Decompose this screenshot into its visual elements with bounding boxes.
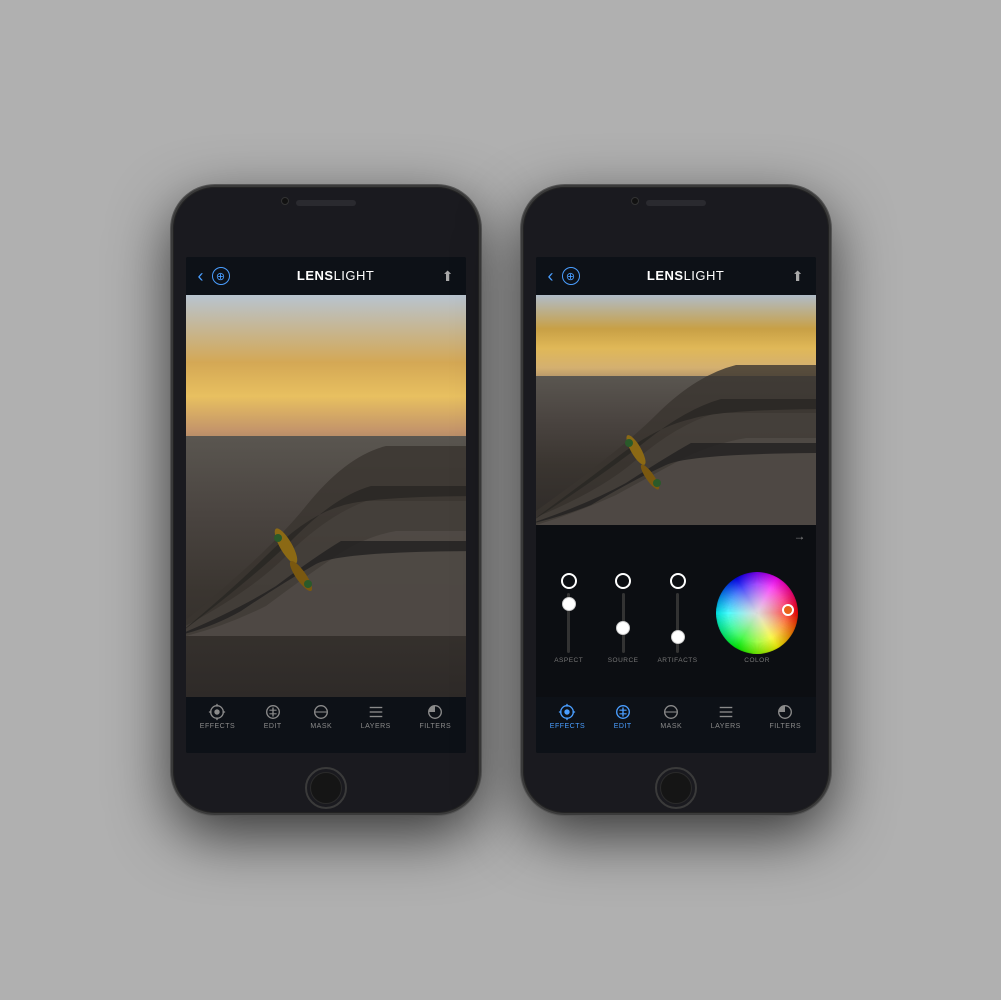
source-track[interactable]: [622, 593, 625, 653]
effects-label-right: EFFECTS: [550, 723, 585, 730]
ramp-svg-left: [186, 295, 466, 697]
home-button-left[interactable]: [305, 767, 347, 809]
tab-layers-left[interactable]: LAYERS: [361, 703, 391, 730]
screen-left: ‹ ⊕ LENSLIGHT ⬆: [186, 257, 466, 753]
controls-arrow-row: →: [536, 525, 816, 543]
artifacts-top-icon: [670, 573, 686, 589]
app-title-right: LENSLIGHT: [647, 267, 724, 285]
header-left-controls-right: ‹ ⊕: [548, 266, 580, 287]
layers-icon-left: [367, 703, 385, 721]
color-wheel-container[interactable]: [716, 572, 798, 654]
phone-camera-right: [631, 197, 639, 205]
aspect-thumb[interactable]: [562, 597, 576, 611]
tab-filters-left[interactable]: FILTERS: [419, 703, 451, 730]
effects-icon-left: [208, 703, 226, 721]
aspect-track[interactable]: [567, 593, 570, 653]
app-title-left: LENSLIGHT: [297, 267, 374, 285]
home-button-right[interactable]: [655, 767, 697, 809]
source-slider-col: SOURCE: [598, 573, 648, 664]
phone-left: ‹ ⊕ LENSLIGHT ⬆: [171, 185, 481, 815]
effects-label-left: EFFECTS: [200, 723, 235, 730]
artifacts-label: ARTIFACTS: [657, 657, 697, 664]
zoom-button-left[interactable]: ⊕: [212, 267, 230, 285]
tab-edit-left[interactable]: EDIT: [264, 703, 282, 730]
tab-filters-right[interactable]: FILTERS: [769, 703, 801, 730]
home-button-inner-right: [660, 772, 692, 804]
filters-label-right: FILTERS: [769, 723, 801, 730]
edit-label-right: EDIT: [614, 723, 632, 730]
tab-edit-right[interactable]: EDIT: [614, 703, 632, 730]
share-button-left[interactable]: ⬆: [442, 268, 454, 285]
ramp-svg-right: [536, 295, 816, 525]
layers-icon-right: [717, 703, 735, 721]
tab-effects-left[interactable]: EFFECTS: [200, 703, 235, 730]
mask-label-right: MASK: [660, 723, 682, 730]
mask-label-left: MASK: [310, 723, 332, 730]
aspect-label: ASPECT: [554, 657, 583, 664]
source-thumb[interactable]: [616, 621, 630, 635]
phone-camera-left: [281, 197, 289, 205]
bottom-bar-left: EFFECTS EDIT: [186, 697, 466, 753]
header-left-controls: ‹ ⊕: [198, 266, 230, 287]
back-button-right[interactable]: ‹: [548, 266, 554, 287]
phones-container: ‹ ⊕ LENSLIGHT ⬆: [171, 185, 831, 815]
share-button-right[interactable]: ⬆: [792, 268, 804, 285]
header-right-controls-right: ⬆: [792, 268, 804, 285]
edit-label-left: EDIT: [264, 723, 282, 730]
artifacts-slider-col: ARTIFACTS: [652, 573, 702, 664]
filters-icon-right: [776, 703, 794, 721]
source-label: SOURCE: [608, 657, 639, 664]
right-arrow-icon: →: [794, 529, 806, 543]
controls-panel-right: → ASPECT: [536, 525, 816, 697]
tab-effects-right[interactable]: EFFECTS: [550, 703, 585, 730]
artifacts-track[interactable]: [676, 593, 679, 653]
back-button-left[interactable]: ‹: [198, 266, 204, 287]
photo-area-left: [186, 295, 466, 697]
screen-right: ‹ ⊕ LENSLIGHT ⬆: [536, 257, 816, 753]
layers-label-left: LAYERS: [361, 723, 391, 730]
color-label: COLOR: [744, 657, 770, 664]
tab-mask-left[interactable]: MASK: [310, 703, 332, 730]
filters-icon-left: [426, 703, 444, 721]
source-top-icon: [615, 573, 631, 589]
photo-area-right: [536, 295, 816, 525]
artifacts-thumb[interactable]: [671, 630, 685, 644]
color-wheel-dot[interactable]: [782, 604, 794, 616]
aspect-slider-col: ASPECT: [544, 573, 594, 664]
effects-icon-right: [558, 703, 576, 721]
tab-mask-right[interactable]: MASK: [660, 703, 682, 730]
mask-icon-left: [312, 703, 330, 721]
layers-label-right: LAYERS: [711, 723, 741, 730]
aspect-top-icon: [561, 573, 577, 589]
app-header-left: ‹ ⊕ LENSLIGHT ⬆: [186, 257, 466, 295]
title-right: LENSLIGHT: [647, 268, 724, 283]
edit-icon-left: [264, 703, 282, 721]
color-wheel-col: COLOR: [707, 572, 808, 664]
mask-icon-right: [662, 703, 680, 721]
edit-icon-right: [614, 703, 632, 721]
skatepark-photo-right: [536, 295, 816, 525]
app-header-right: ‹ ⊕ LENSLIGHT ⬆: [536, 257, 816, 295]
home-button-inner-left: [310, 772, 342, 804]
sliders-and-wheel-row: ASPECT SOURCE: [536, 543, 816, 697]
skatepark-photo-left: [186, 295, 466, 697]
title-bold-left: LENSLIGHT: [297, 268, 374, 283]
phone-right: ‹ ⊕ LENSLIGHT ⬆: [521, 185, 831, 815]
zoom-button-right[interactable]: ⊕: [562, 267, 580, 285]
tab-layers-right[interactable]: LAYERS: [711, 703, 741, 730]
header-right-controls: ⬆: [442, 268, 454, 285]
filters-label-left: FILTERS: [419, 723, 451, 730]
bottom-bar-right: EFFECTS EDIT: [536, 697, 816, 753]
